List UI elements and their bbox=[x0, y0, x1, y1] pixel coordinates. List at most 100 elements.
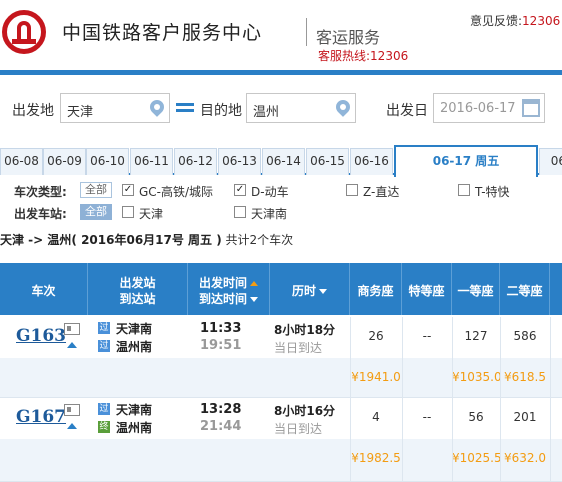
date-tab[interactable]: 06- bbox=[539, 148, 562, 175]
filter-t-checkbox[interactable] bbox=[458, 184, 470, 196]
summary-route: 天津 -> 温州 bbox=[0, 233, 72, 247]
col-train[interactable]: 车次 bbox=[0, 263, 88, 315]
price-row: ¥1941.0 ¥1035.0 ¥618.5 bbox=[0, 358, 562, 398]
duration: 8小时18分 bbox=[274, 323, 336, 337]
date-label: 出发日 bbox=[386, 103, 428, 119]
price-row: ¥1982.5 ¥1025.5 ¥632.0 bbox=[0, 439, 562, 482]
col-stations: 出发站 到达站 bbox=[88, 263, 188, 315]
pass-tag-icon: 过 bbox=[98, 403, 110, 415]
filter-t-label: T-特快 bbox=[475, 185, 510, 199]
feedback-link[interactable]: 意见反馈:12306 bbox=[470, 12, 560, 29]
id-card-icon[interactable] bbox=[64, 404, 80, 416]
hotline-text: 客服热线:12306 bbox=[318, 49, 409, 63]
date-tab[interactable]: 06-16 bbox=[350, 148, 393, 175]
train-type-all-button[interactable]: 全部 bbox=[80, 182, 112, 198]
business-seats: 4 bbox=[372, 410, 380, 424]
business-seats: 26 bbox=[368, 329, 384, 343]
date-tab[interactable]: 06-11 bbox=[130, 148, 173, 175]
train-type-filter: 车次类型: 全部 ✓ GC-高铁/城际 ✓ D-动车 Z-直达 T-特快 bbox=[0, 181, 562, 201]
location-pin-icon[interactable] bbox=[333, 97, 353, 117]
departure-time: 11:33 bbox=[200, 321, 242, 336]
station-all-button[interactable]: 全部 bbox=[80, 204, 112, 220]
date-tab-active[interactable]: 06-17 周五 bbox=[394, 145, 538, 177]
filter-z-checkbox[interactable] bbox=[346, 184, 358, 196]
date-tab[interactable]: 06-08 bbox=[0, 148, 43, 175]
table-row: G167 过 天津南 终 温州南 13:28 21:44 8小时16分 当日到达… bbox=[0, 398, 562, 440]
date-input[interactable]: 2016-06-17 bbox=[433, 93, 545, 123]
filter-z-label: Z-直达 bbox=[363, 185, 400, 199]
from-station-value: 天津 bbox=[67, 105, 94, 120]
date-tabs: 06-08 06-09 06-10 06-11 06-12 06-13 06-1… bbox=[0, 145, 562, 177]
station-filter: 出发车站: 全部 天津 天津南 bbox=[0, 203, 562, 223]
date-tab[interactable]: 06-10 bbox=[86, 148, 129, 175]
expand-arrow-icon[interactable] bbox=[67, 342, 77, 348]
id-card-icon[interactable] bbox=[64, 323, 80, 335]
from-station[interactable]: 天津南 bbox=[116, 320, 152, 337]
duration: 8小时16分 bbox=[274, 404, 336, 418]
sort-down-icon bbox=[319, 289, 327, 294]
to-station-input[interactable]: 温州 bbox=[246, 93, 356, 123]
second-seats: 201 bbox=[513, 410, 537, 424]
col-second: 二等座 bbox=[500, 263, 550, 315]
feedback-number: 12306 bbox=[522, 14, 561, 28]
filter-tianjinnan-label: 天津南 bbox=[251, 207, 288, 221]
col-times[interactable]: 出发时间 到达时间 bbox=[188, 263, 270, 315]
expand-arrow-icon[interactable] bbox=[67, 423, 77, 429]
second-price: ¥632.0 bbox=[504, 451, 546, 465]
site-subtitle: 客运服务 bbox=[316, 28, 381, 47]
to-label: 目的地 bbox=[200, 103, 242, 119]
train-number-link[interactable]: G163 bbox=[16, 326, 66, 346]
filter-d-label: D-动车 bbox=[251, 185, 289, 199]
special-seats: -- bbox=[422, 410, 432, 424]
col-duration[interactable]: 历时 bbox=[270, 263, 350, 315]
from-station[interactable]: 天津南 bbox=[116, 401, 152, 418]
terminal-tag-icon: 终 bbox=[98, 421, 110, 433]
summary-count: 共计2个车次 bbox=[225, 233, 294, 247]
business-price: ¥1982.5 bbox=[351, 451, 401, 465]
swap-stations-icon[interactable] bbox=[176, 99, 194, 115]
col-first: 一等座 bbox=[452, 263, 500, 315]
col-arr-time: 到达时间 bbox=[198, 292, 247, 306]
location-pin-icon[interactable] bbox=[147, 97, 167, 117]
calendar-icon[interactable] bbox=[522, 99, 540, 117]
arrival-time: 19:51 bbox=[200, 338, 242, 353]
filter-gc-label: GC-高铁/城际 bbox=[139, 185, 214, 199]
first-price: ¥1035.0 bbox=[452, 370, 502, 384]
first-price: ¥1025.5 bbox=[452, 451, 502, 465]
first-seats: 127 bbox=[464, 329, 488, 343]
filter-tianjinnan-checkbox[interactable] bbox=[234, 206, 246, 218]
train-type-label: 车次类型: bbox=[14, 185, 67, 199]
date-tab[interactable]: 06-15 bbox=[306, 148, 349, 175]
arrival-time: 21:44 bbox=[200, 419, 242, 434]
col-to-station: 到达站 bbox=[119, 292, 156, 306]
date-tab[interactable]: 06-13 bbox=[218, 148, 261, 175]
from-station-input[interactable]: 天津 bbox=[60, 93, 170, 123]
sort-down-icon bbox=[250, 297, 258, 302]
site-title: 中国铁路客户服务中心 bbox=[62, 22, 263, 44]
title-divider bbox=[306, 18, 307, 46]
summary-date: ( 2016年06月17号 周五 ) bbox=[71, 233, 222, 247]
date-tab[interactable]: 06-12 bbox=[174, 148, 217, 175]
train-number-link[interactable]: G167 bbox=[16, 407, 66, 427]
col-business: 商务座 bbox=[350, 263, 402, 315]
from-label: 出发地 bbox=[12, 103, 54, 119]
arrive-day: 当日到达 bbox=[274, 422, 323, 436]
business-price: ¥1941.0 bbox=[351, 370, 401, 384]
table-row: G163 过 天津南 过 温州南 11:33 19:51 8小时18分 当日到达… bbox=[0, 317, 562, 359]
result-summary: 天津 -> 温州( 2016年06月17号 周五 ) 共计2个车次 bbox=[0, 231, 562, 253]
filter-gc-checkbox[interactable]: ✓ bbox=[122, 184, 134, 196]
header-nav-bar bbox=[0, 70, 562, 75]
filter-tianjin-checkbox[interactable] bbox=[122, 206, 134, 218]
railway-logo-icon[interactable] bbox=[2, 10, 46, 54]
date-tab[interactable]: 06-14 bbox=[262, 148, 305, 175]
first-seats: 56 bbox=[468, 410, 484, 424]
date-tab[interactable]: 06-09 bbox=[43, 148, 86, 175]
filter-tianjin-label: 天津 bbox=[139, 207, 164, 221]
pass-tag-icon: 过 bbox=[98, 340, 110, 352]
second-price: ¥618.5 bbox=[504, 370, 546, 384]
filter-d-checkbox[interactable]: ✓ bbox=[234, 184, 246, 196]
to-station[interactable]: 温州南 bbox=[116, 338, 152, 355]
to-station[interactable]: 温州南 bbox=[116, 419, 152, 436]
special-seats: -- bbox=[422, 329, 432, 343]
date-value: 2016-06-17 bbox=[440, 101, 516, 116]
